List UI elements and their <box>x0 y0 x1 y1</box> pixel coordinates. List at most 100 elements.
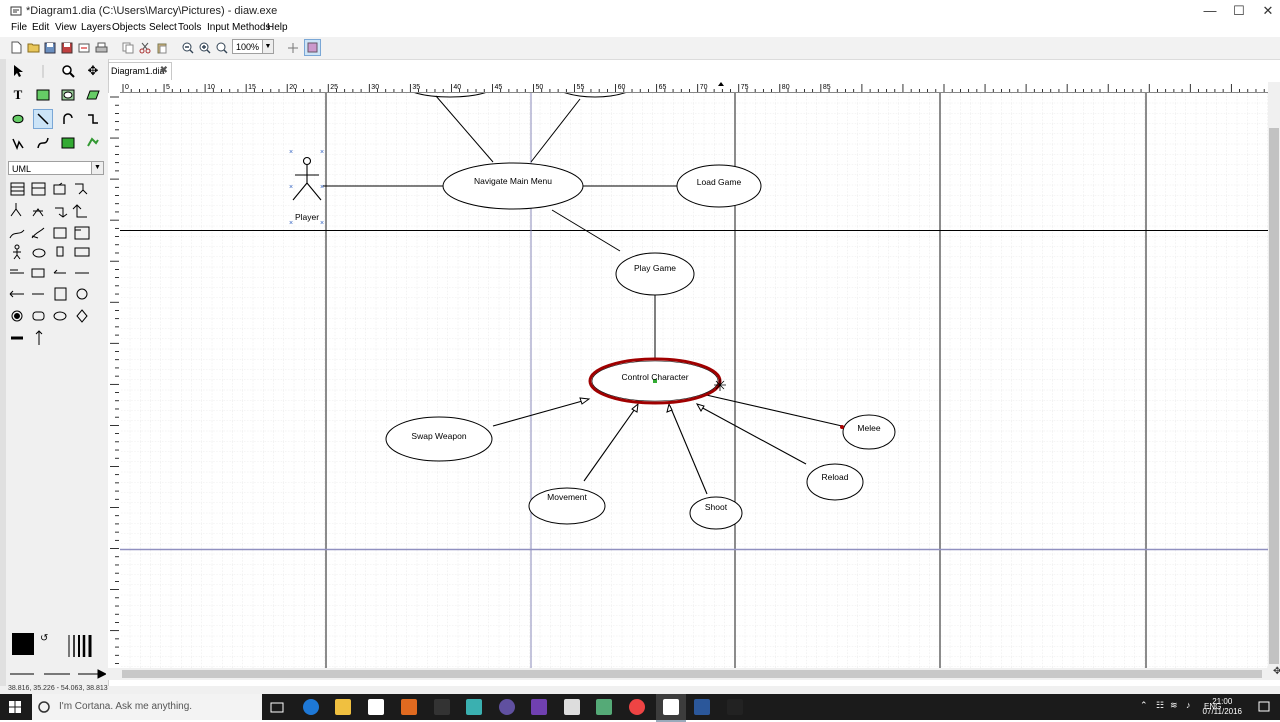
show-connection-points-icon[interactable] <box>304 39 321 56</box>
maximize-button[interactable]: ☐ <box>1223 0 1255 22</box>
label-shoot: Shoot <box>705 502 728 512</box>
new-icon[interactable] <box>9 40 24 55</box>
uml-lifeline-icon <box>56 246 64 257</box>
app-image-icon[interactable] <box>596 699 612 715</box>
label-control-character: Control Character <box>621 372 688 382</box>
menu-help[interactable]: Help <box>267 22 288 33</box>
tab-label: Diagram1.dia <box>111 66 165 76</box>
close-button[interactable]: ✕ <box>1252 0 1280 22</box>
volume-icon[interactable]: ♪ <box>1186 700 1191 710</box>
svg-text:×: × <box>320 149 324 156</box>
uml-shapes-palette[interactable] <box>7 181 103 351</box>
close-tab-icon[interactable]: ✖ <box>160 63 168 79</box>
polygon-tool-icon[interactable] <box>83 85 103 105</box>
ruler-label: 20 <box>289 84 297 91</box>
swap-colors-icon[interactable]: ↺ <box>40 633 48 644</box>
menu-file[interactable]: File <box>11 22 27 33</box>
menu-input-methods[interactable]: Input Methods <box>207 22 270 33</box>
ellipse-tool-icon[interactable] <box>58 85 78 105</box>
text-tool-icon[interactable]: T <box>8 85 28 105</box>
word-icon[interactable] <box>694 699 710 715</box>
arc-tool-icon[interactable] <box>58 109 78 129</box>
label-melee: Melee <box>857 423 880 433</box>
save-as-icon[interactable] <box>59 40 74 55</box>
dia-taskbar-icon <box>663 699 679 715</box>
vertical-scrollbar[interactable] <box>1268 82 1280 668</box>
beziergon-tool-icon[interactable] <box>8 109 28 129</box>
zoom-fit-icon[interactable] <box>214 40 229 55</box>
minimize-button[interactable]: — <box>1194 0 1226 22</box>
uml-small-package-icon <box>53 227 67 239</box>
polyline-tool-icon[interactable] <box>8 133 28 153</box>
label-play-game: Play Game <box>634 263 676 273</box>
notifications-icon[interactable] <box>1258 701 1270 713</box>
tray-expand-icon[interactable]: ⌃ <box>1140 700 1148 711</box>
magnify-tool-icon[interactable] <box>58 61 78 81</box>
menu-layers[interactable]: Layers <box>81 22 111 33</box>
usecase-reload <box>806 463 864 501</box>
taskbar-clock[interactable]: 21:00 07/11/2016 <box>1203 697 1242 717</box>
diagram-canvas[interactable]: × × × × × × Player Navigate Main Menu Load … <box>120 93 1268 668</box>
pointer-tool-icon[interactable] <box>8 61 28 81</box>
uml-class-icon <box>10 182 25 196</box>
open-icon[interactable] <box>26 40 41 55</box>
task-view-icon[interactable] <box>270 701 284 713</box>
sheet-selector[interactable]: UML ▼ <box>8 161 104 175</box>
horizontal-scrollbar[interactable]: ✥ <box>108 666 1280 680</box>
zigzag-line-tool-icon[interactable] <box>83 109 103 129</box>
edge-icon[interactable] <box>303 699 319 715</box>
horizontal-scroll-thumb[interactable] <box>122 670 1262 678</box>
store-icon[interactable] <box>368 699 384 715</box>
ruler-label: 75 <box>741 84 749 91</box>
ruler-label: 80 <box>782 84 790 91</box>
app-red-icon[interactable] <box>434 699 450 715</box>
app-sketch-icon[interactable] <box>727 699 743 715</box>
save-icon[interactable] <box>42 40 57 55</box>
zoom-out-icon[interactable] <box>180 40 195 55</box>
menu-edit[interactable]: Edit <box>32 22 49 33</box>
text-edit-tool-icon[interactable]: ∣ <box>33 61 53 81</box>
vertical-scroll-thumb[interactable] <box>1269 128 1279 664</box>
foreground-color-swatch[interactable] <box>12 633 34 655</box>
menu-view[interactable]: View <box>55 22 77 33</box>
box-tool-icon[interactable] <box>33 85 53 105</box>
bezier-line-tool-icon[interactable] <box>33 133 53 153</box>
chevron-down-icon[interactable]: ▼ <box>91 162 103 174</box>
line-width-selector[interactable] <box>66 633 96 659</box>
export-icon[interactable] <box>76 40 91 55</box>
chevron-down-icon[interactable]: ▼ <box>262 40 273 53</box>
menu-objects[interactable]: Objects <box>112 22 146 33</box>
menu-select[interactable]: Select <box>149 22 177 33</box>
network-icon[interactable]: ☷ <box>1156 700 1164 711</box>
wifi-icon[interactable]: ≋ <box>1170 700 1178 711</box>
scroll-tool-icon[interactable]: ✥ <box>83 61 103 81</box>
paste-icon[interactable] <box>154 40 169 55</box>
toolbox-handle[interactable] <box>0 59 6 687</box>
cortana-circle-icon <box>38 701 50 713</box>
app-grid-icon[interactable] <box>564 699 580 715</box>
copy-icon[interactable] <box>120 40 135 55</box>
uml-message-icon <box>10 269 24 274</box>
zoom-in-icon[interactable] <box>197 40 212 55</box>
usecase-navigate-main-menu <box>442 162 584 210</box>
file-explorer-icon[interactable] <box>335 699 351 715</box>
image-tool-icon[interactable] <box>58 133 78 153</box>
line-style-selector[interactable] <box>8 667 106 681</box>
visual-studio-icon[interactable] <box>531 699 547 715</box>
snap-to-grid-icon[interactable] <box>285 40 300 55</box>
windows-start-icon[interactable] <box>9 701 21 713</box>
print-icon[interactable] <box>94 40 109 55</box>
app-teal-icon[interactable] <box>466 699 482 715</box>
app-purple-icon[interactable] <box>499 699 515 715</box>
line-tool-icon[interactable] <box>33 109 53 129</box>
zoom-combo[interactable]: 100% ▼ <box>232 39 274 54</box>
menu-tools[interactable]: Tools <box>178 22 201 33</box>
outline-tool-icon[interactable] <box>83 133 103 153</box>
toolbox-panel: ∣ ✥ T UML ▼ ↺ <box>0 59 109 687</box>
tab-diagram1[interactable]: Diagram1.dia ✖ <box>108 62 172 80</box>
cortana-search-box[interactable]: I'm Cortana. Ask me anything. <box>32 694 262 720</box>
ruler-label: 65 <box>659 84 667 91</box>
cut-icon[interactable] <box>137 40 152 55</box>
app-orange-icon[interactable] <box>401 699 417 715</box>
chrome-icon[interactable] <box>629 699 645 715</box>
